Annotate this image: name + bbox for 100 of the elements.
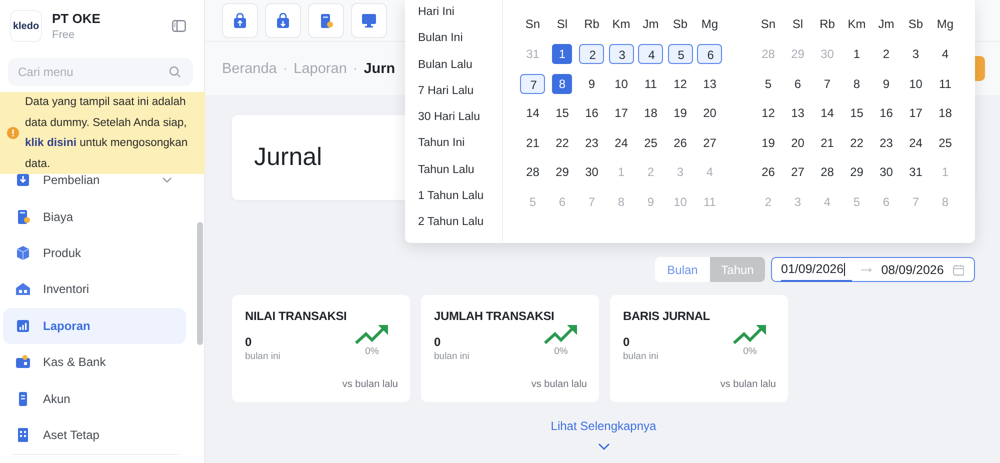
calendar-day[interactable]: 31: [903, 162, 928, 182]
calendar-day[interactable]: 14: [520, 103, 546, 124]
calendar-day[interactable]: 22: [550, 132, 575, 153]
calendar-day[interactable]: 17: [903, 103, 928, 124]
comparison-label: vs bulan lalu: [720, 379, 776, 390]
calendar-day[interactable]: 9: [579, 74, 604, 94]
card-value: 0: [245, 335, 253, 349]
calendar-day[interactable]: 24: [903, 132, 928, 153]
calendar-day[interactable]: 27: [697, 132, 722, 153]
chart-icon: [15, 318, 31, 334]
preset-option[interactable]: 7 Hari Lalu: [418, 84, 502, 110]
calendar-day[interactable]: 16: [579, 103, 604, 124]
calendar-day[interactable]: 29: [844, 162, 870, 182]
calendar-day[interactable]: 25: [932, 132, 958, 153]
calendar-day[interactable]: 2: [874, 44, 899, 64]
calendar-day[interactable]: 5: [668, 44, 693, 64]
calendar-day[interactable]: 20: [697, 103, 722, 124]
clear-data-link[interactable]: klik disini: [25, 137, 76, 149]
calendar-day[interactable]: 9: [874, 74, 899, 94]
calendar-day[interactable]: 19: [668, 103, 693, 124]
toolbar-button[interactable]: [265, 3, 301, 38]
card-value: 0: [623, 335, 631, 349]
calendar-day[interactable]: 13: [785, 103, 810, 124]
calendar-day[interactable]: 23: [579, 132, 604, 153]
calendar-day[interactable]: 5: [756, 74, 781, 94]
calendar-day[interactable]: 28: [814, 162, 840, 182]
toolbar-button[interactable]: [222, 3, 258, 38]
calendar-day[interactable]: 12: [756, 103, 781, 124]
calendar-day[interactable]: 10: [608, 74, 634, 94]
calendar-day[interactable]: 21: [520, 132, 546, 153]
calendar-day[interactable]: 1: [552, 44, 572, 64]
preset-option[interactable]: 2 Tahun Lalu: [418, 215, 502, 242]
calendar-day[interactable]: 26: [756, 162, 781, 182]
see-more-link[interactable]: Lihat Selengkapnya: [550, 419, 656, 433]
search-field[interactable]: Cari menu: [8, 58, 193, 86]
calendar-day[interactable]: 24: [608, 132, 634, 153]
calendar-day[interactable]: 10: [903, 74, 928, 94]
calendar-day[interactable]: 17: [608, 103, 634, 124]
calendar-day[interactable]: 7: [520, 74, 546, 94]
calendar-day[interactable]: 4: [638, 44, 664, 64]
calendar-day[interactable]: 12: [668, 74, 693, 94]
calendar-day[interactable]: 1: [844, 44, 870, 64]
preset-option[interactable]: 1 Tahun Lalu: [418, 189, 502, 216]
chevron-down-icon[interactable]: [598, 443, 610, 450]
change-percent: 0%: [365, 346, 379, 357]
sidebar-toggle-icon[interactable]: [172, 20, 186, 32]
calendar-day[interactable]: 3: [903, 44, 928, 64]
sidebar-item[interactable]: Laporan: [3, 308, 186, 344]
calendar-day[interactable]: 18: [932, 103, 958, 124]
preset-option[interactable]: Hari Ini: [418, 5, 502, 32]
sidebar-item[interactable]: Biaya: [3, 198, 186, 235]
sidebar-item[interactable]: Aset Tetap: [3, 416, 186, 454]
scrollbar-thumb[interactable]: [197, 222, 203, 345]
toolbar-button[interactable]: [308, 3, 344, 38]
calendar-day[interactable]: 3: [608, 44, 634, 64]
date-range-field[interactable]: 01/09/2026 08/09/2026: [771, 257, 975, 282]
wallet-icon: [15, 354, 31, 370]
calendar-day[interactable]: 20: [785, 132, 810, 153]
calendar-day[interactable]: 15: [550, 103, 575, 124]
preset-option[interactable]: Bulan Lalu: [418, 58, 502, 84]
notice-text: Data yang tampil saat ini adalah data dummy. Setelah Anda siap, klik disini untuk mengosongkan data.: [25, 95, 189, 172]
calendar-day[interactable]: 29: [550, 162, 575, 182]
calendar-day[interactable]: 19: [756, 132, 781, 153]
weekday-label: Sl: [791, 16, 804, 33]
calendar-day[interactable]: 30: [579, 162, 604, 182]
preset-option[interactable]: Bulan Ini: [418, 31, 502, 58]
calendar-day[interactable]: 11: [932, 74, 958, 94]
calendar-day[interactable]: 11: [638, 74, 664, 94]
calendar-day[interactable]: 18: [638, 103, 664, 124]
calendar-day[interactable]: 7: [814, 74, 840, 94]
calendar-day[interactable]: 6: [697, 44, 722, 64]
weekday-label: Mg: [936, 16, 955, 33]
calendar-day[interactable]: 25: [638, 132, 664, 153]
preset-option[interactable]: 30 Hari Lalu: [418, 110, 502, 136]
calendar-day[interactable]: 22: [844, 132, 870, 153]
preset-option[interactable]: Tahun Ini: [418, 136, 502, 163]
calendar-day[interactable]: 2: [579, 44, 604, 64]
calendar-day[interactable]: 21: [814, 132, 840, 153]
calendar-day[interactable]: 23: [874, 132, 899, 153]
sidebar-item[interactable]: Akun: [3, 380, 186, 417]
sidebar-item[interactable]: Kas & Bank: [3, 344, 186, 380]
calendar-day[interactable]: 4: [932, 44, 958, 64]
calendar-day[interactable]: 27: [785, 162, 810, 182]
calendar-day[interactable]: 16: [874, 103, 899, 124]
calendar-day[interactable]: 13: [697, 74, 722, 94]
calendar-day[interactable]: 26: [668, 132, 693, 153]
calendar-day[interactable]: 14: [814, 103, 840, 124]
toolbar-button[interactable]: [351, 3, 387, 38]
calendar-day[interactable]: 6: [785, 74, 810, 94]
sidebar-item[interactable]: Produk: [3, 234, 186, 272]
calendar-day[interactable]: 30: [874, 162, 899, 182]
calendar-day[interactable]: 8: [552, 74, 572, 94]
weekday-label: Km: [611, 16, 632, 33]
bag-up-icon: [233, 12, 247, 28]
calendar-day[interactable]: 15: [844, 103, 870, 124]
sidebar-item[interactable]: Inventori: [3, 271, 186, 308]
weekday-label: Mg: [700, 16, 720, 33]
calendar-day[interactable]: 28: [520, 162, 546, 182]
calendar-day[interactable]: 8: [844, 74, 870, 94]
preset-option[interactable]: Tahun Lalu: [418, 162, 502, 190]
